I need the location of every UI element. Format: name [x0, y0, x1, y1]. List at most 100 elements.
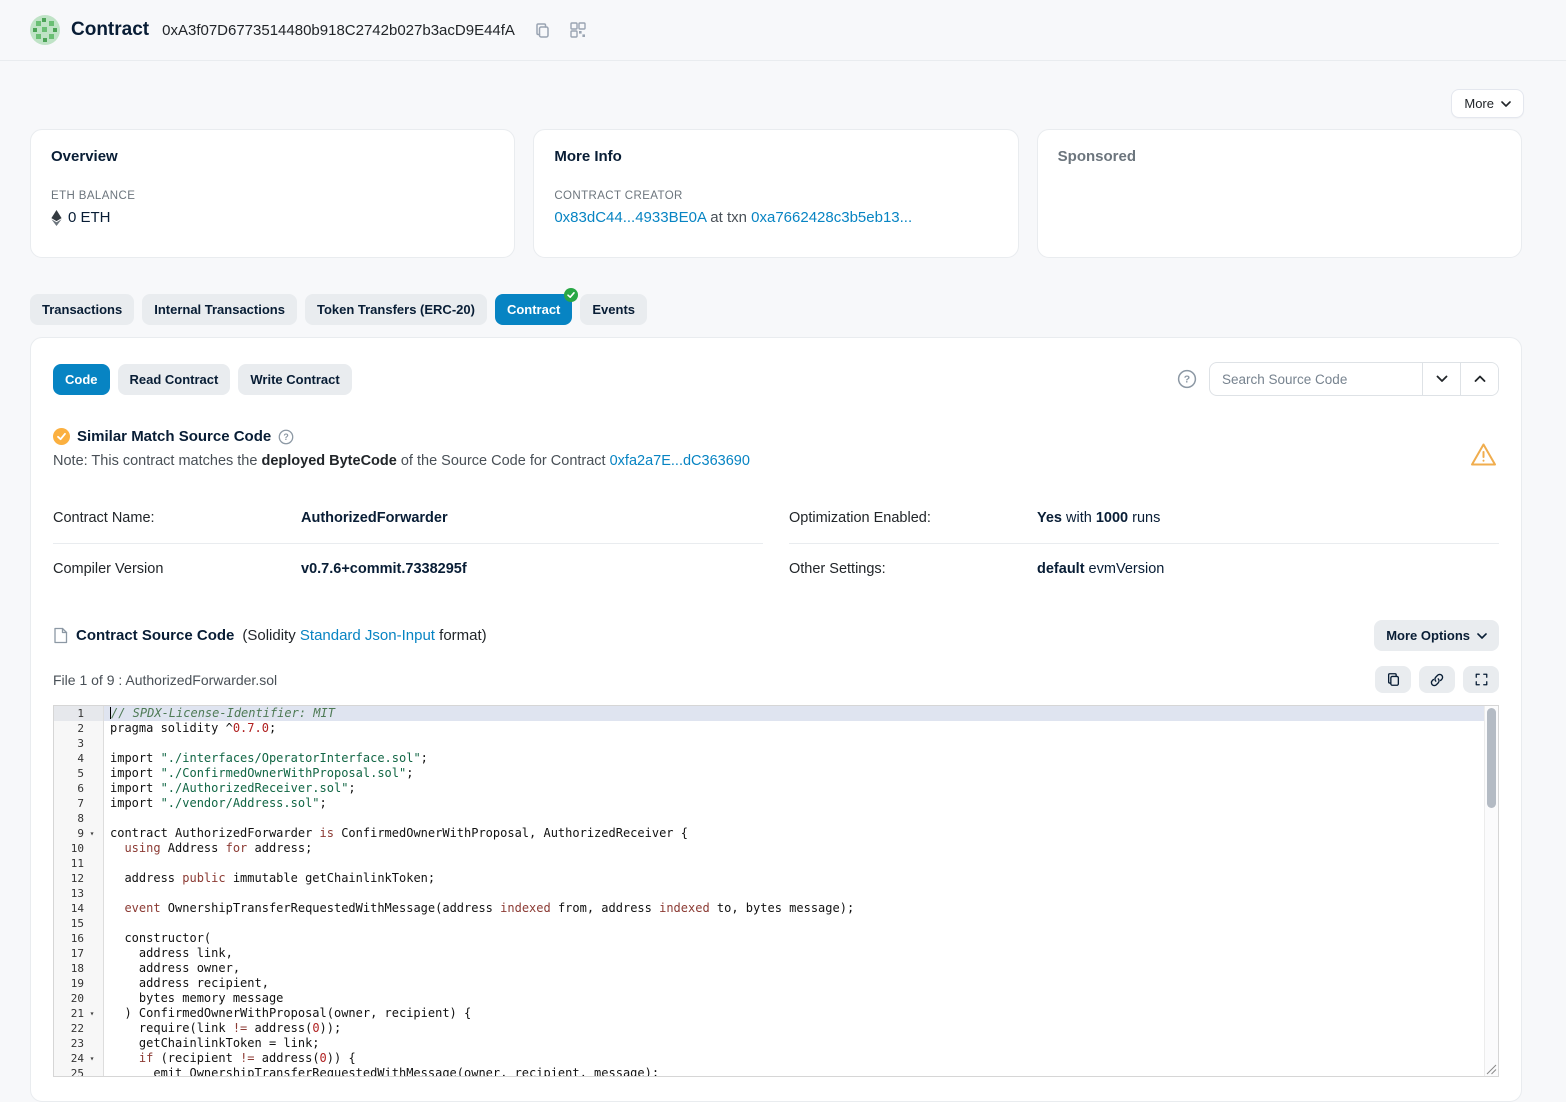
code-line: 13	[54, 886, 1498, 901]
code-line: 20 bytes memory message	[54, 991, 1498, 1006]
tab-contract[interactable]: Contract	[495, 294, 572, 325]
similar-match-note: Note: This contract matches the deployed…	[53, 453, 1499, 469]
code-line: 25 emit OwnershipTransferRequestedWithMe…	[54, 1066, 1498, 1077]
code-line: 7import "./vendor/Address.sol";	[54, 796, 1498, 811]
code-line: 19 address recipient,	[54, 976, 1498, 991]
tab-events[interactable]: Events	[580, 294, 647, 325]
tab-internal-transactions[interactable]: Internal Transactions	[142, 294, 297, 325]
copy-address-icon[interactable]	[534, 22, 551, 39]
warning-triangle-icon[interactable]	[1470, 442, 1497, 467]
tab-contract-label: Contract	[507, 302, 560, 317]
copy-icon	[1386, 672, 1401, 687]
chevron-down-icon	[1501, 101, 1511, 107]
question-circle-icon[interactable]: ?	[278, 429, 294, 445]
matched-contract-link[interactable]: 0xfa2a7E...dC363690	[610, 453, 750, 469]
format-text: (Solidity Standard Json-Input format)	[242, 627, 486, 644]
sponsored-title: Sponsored	[1058, 148, 1501, 165]
note-middle: of the Source Code for Contract	[397, 453, 610, 469]
more-options-button[interactable]: More Options	[1374, 620, 1499, 651]
similar-match-section: Similar Match Source Code ? Note: This c…	[53, 428, 1499, 469]
optimization-row: Optimization Enabled: Yes with 1000 runs	[789, 493, 1499, 544]
note-bold: deployed ByteCode	[261, 453, 396, 469]
overview-card: Overview ETH BALANCE 0 ETH	[30, 129, 515, 258]
main-tabs: Transactions Internal Transactions Token…	[30, 294, 1522, 325]
page-header: Contract 0xA3f07D6773514480b918C2742b027…	[0, 0, 1566, 61]
contract-identicon	[30, 15, 60, 45]
tab-token-transfers[interactable]: Token Transfers (ERC-20)	[305, 294, 487, 325]
contract-creator-label: CONTRACT CREATOR	[554, 190, 997, 202]
editor-scrollbar-thumb[interactable]	[1487, 708, 1496, 808]
code-line: 9▾contract AuthorizedForwarder is Confir…	[54, 826, 1498, 841]
copy-source-button[interactable]	[1375, 666, 1411, 693]
code-line: 8	[54, 811, 1498, 826]
code-line: 4import "./interfaces/OperatorInterface.…	[54, 751, 1498, 766]
more-options-label: More Options	[1386, 628, 1470, 643]
editor-scrollbar[interactable]	[1484, 706, 1498, 1076]
code-line: 5import "./ConfirmedOwnerWithProposal.so…	[54, 766, 1498, 781]
optimization-value: Yes with 1000 runs	[1037, 510, 1160, 526]
match-check-circle-icon	[53, 428, 70, 445]
sponsored-card: Sponsored	[1037, 129, 1522, 258]
tab-transactions[interactable]: Transactions	[30, 294, 134, 325]
summary-cards: Overview ETH BALANCE 0 ETH More Info CON…	[30, 129, 1522, 258]
svg-text:?: ?	[284, 432, 289, 442]
creation-txn-link[interactable]: 0xa7662428c3b5eb13...	[751, 209, 912, 226]
subtab-write-contract[interactable]: Write Contract	[238, 364, 351, 395]
code-line: 1// SPDX-License-Identifier: MIT	[54, 706, 1498, 721]
code-editor-lines: 1// SPDX-License-Identifier: MIT2pragma …	[54, 706, 1498, 1077]
code-line: 21▾ ) ConfirmedOwnerWithProposal(owner, …	[54, 1006, 1498, 1021]
qr-code-icon[interactable]	[570, 22, 586, 38]
expand-icon	[1474, 672, 1489, 687]
creator-address-link[interactable]: 0x83dC44...4933BE0A	[554, 209, 706, 226]
search-prev-button[interactable]	[1460, 363, 1498, 395]
fold-toggle-icon[interactable]: ▾	[84, 1006, 100, 1021]
resize-grip-icon[interactable]	[1486, 1064, 1497, 1075]
code-line: 2pragma solidity ^0.7.0;	[54, 721, 1498, 736]
fullscreen-button[interactable]	[1463, 666, 1499, 693]
more-info-card: More Info CONTRACT CREATOR 0x83dC44...49…	[533, 129, 1018, 258]
search-next-button[interactable]	[1422, 363, 1460, 395]
code-line: 22 require(link != address(0));	[54, 1021, 1498, 1036]
contract-panel: Code Read Contract Write Contract ?	[30, 337, 1522, 1102]
code-line: 3	[54, 736, 1498, 751]
contract-subtabs: Code Read Contract Write Contract	[53, 364, 352, 395]
subtab-read-contract[interactable]: Read Contract	[118, 364, 231, 395]
file-label: File 1 of 9 : AuthorizedForwarder.sol	[53, 672, 277, 688]
code-line: 16 constructor(	[54, 931, 1498, 946]
compiler-version-row: Compiler Version v0.7.6+commit.7338295f	[53, 544, 763, 594]
optimization-label: Optimization Enabled:	[789, 510, 1037, 526]
code-line: 11	[54, 856, 1498, 871]
subtab-code[interactable]: Code	[53, 364, 110, 395]
fold-toggle-icon[interactable]: ▾	[84, 1051, 100, 1066]
svg-text:?: ?	[1184, 374, 1190, 386]
verified-check-badge-icon	[564, 288, 578, 302]
search-source-code-input[interactable]	[1210, 363, 1422, 395]
source-search-group	[1209, 362, 1499, 396]
link-icon	[1429, 672, 1445, 688]
ethereum-icon	[51, 210, 62, 226]
permalink-button[interactable]	[1419, 666, 1455, 693]
code-line: 18 address owner,	[54, 961, 1498, 976]
code-editor[interactable]: 1// SPDX-License-Identifier: MIT2pragma …	[53, 705, 1499, 1077]
similar-match-title: Similar Match Source Code	[77, 428, 271, 445]
compiler-version-label: Compiler Version	[53, 561, 301, 577]
code-line: 10 using Address for address;	[54, 841, 1498, 856]
more-button[interactable]: More	[1451, 89, 1524, 118]
at-txn-text: at txn	[706, 209, 751, 226]
code-line: 24▾ if (recipient != address(0)) {	[54, 1051, 1498, 1066]
contract-metadata: Contract Name: AuthorizedForwarder Compi…	[53, 493, 1499, 594]
contract-name-row: Contract Name: AuthorizedForwarder	[53, 493, 763, 544]
more-button-label: More	[1464, 96, 1494, 111]
other-settings-label: Other Settings:	[789, 561, 1037, 577]
compiler-version-value: v0.7.6+commit.7338295f	[301, 561, 467, 577]
file-icon	[53, 627, 68, 644]
other-settings-row: Other Settings: default evmVersion	[789, 544, 1499, 594]
eth-balance-label: ETH BALANCE	[51, 190, 494, 202]
other-settings-value: default evmVersion	[1037, 561, 1164, 577]
fold-toggle-icon[interactable]: ▾	[84, 826, 100, 841]
help-icon[interactable]: ?	[1177, 369, 1197, 389]
json-input-link[interactable]: Standard Json-Input	[300, 627, 435, 644]
code-line: 12 address public immutable getChainlink…	[54, 871, 1498, 886]
chevron-down-icon	[1477, 633, 1487, 639]
note-prefix: Note: This contract matches the	[53, 453, 261, 469]
